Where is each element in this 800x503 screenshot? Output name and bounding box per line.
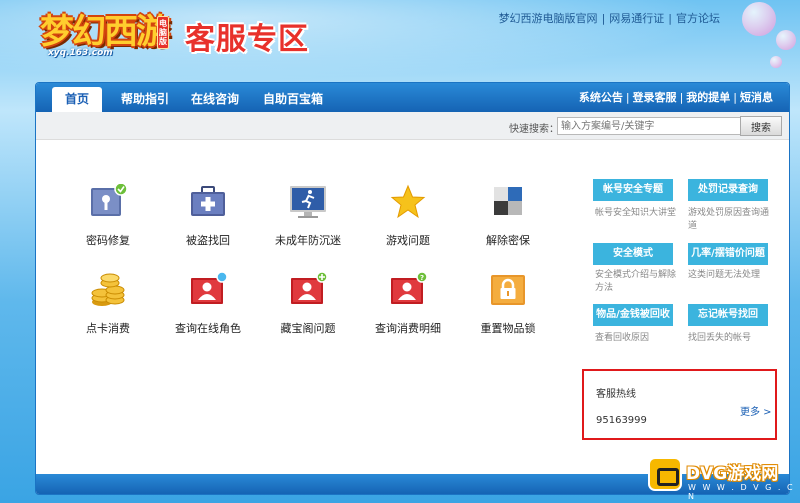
- service-game-issue[interactable]: 游戏问题: [363, 184, 453, 254]
- search-input[interactable]: [557, 117, 741, 135]
- watermark-text: DVG游戏网: [686, 464, 779, 484]
- login-service-link[interactable]: 登录客服: [633, 91, 677, 104]
- service-label: 密码修复: [86, 234, 130, 247]
- logo-game-name: 梦幻西游: [40, 12, 170, 52]
- service-treasure-pavilion[interactable]: 藏宝阁问题: [263, 272, 353, 342]
- logo-url: xyq.163.com: [48, 48, 113, 58]
- probability-price-button[interactable]: 几率/摆错价问题: [688, 243, 768, 265]
- service-online-role[interactable]: 查询在线角色: [163, 272, 253, 342]
- service-password-repair[interactable]: 密码修复: [63, 184, 153, 254]
- search-label: 快速搜索：: [509, 124, 559, 135]
- watermark-url: W W W . D V G . C N: [688, 483, 795, 501]
- probability-price-desc: 这类问题无法处理: [688, 270, 761, 280]
- user-question-icon: ?: [391, 272, 428, 304]
- blocks-icon: [494, 187, 522, 215]
- service-label: 查询在线角色: [175, 322, 241, 335]
- service-stolen-recovery[interactable]: 被盗找回: [163, 184, 253, 254]
- site-watermark: DVG游戏网 W W W . D V G . C N: [648, 455, 796, 501]
- tab-self-service[interactable]: 自助百宝箱: [250, 87, 336, 112]
- safe-mode-button[interactable]: 安全模式: [593, 243, 673, 265]
- user-search-icon: [191, 272, 228, 304]
- link-separator: |: [601, 12, 606, 25]
- service-anti-addiction[interactable]: 未成年防沉迷: [263, 184, 353, 254]
- penalty-record-button[interactable]: 处罚记录查询: [688, 179, 768, 201]
- service-label: 藏宝阁问题: [280, 322, 336, 335]
- hotline-number: 95163999: [596, 415, 647, 426]
- service-reset-item-lock[interactable]: 重置物品锁: [463, 272, 553, 342]
- service-point-card[interactable]: 点卡消费: [63, 272, 153, 342]
- decorative-bubble: [776, 30, 796, 50]
- search-button[interactable]: 搜索: [740, 116, 782, 136]
- service-consumption-detail[interactable]: ? 查询消费明细: [363, 272, 453, 342]
- coins-icon: [91, 273, 125, 306]
- official-site-link[interactable]: 梦幻西游电脑版官网: [499, 12, 598, 25]
- password-key-icon: [91, 184, 128, 216]
- item-recycled-desc: 查看回收原因: [595, 333, 650, 343]
- system-notice-link[interactable]: 系统公告: [579, 91, 623, 104]
- forgot-account-button[interactable]: 忘记帐号找回: [688, 304, 768, 326]
- top-links: 梦幻西游电脑版官网 | 网易通行证 | 官方论坛: [499, 10, 720, 26]
- main-panel: 首页 帮助指引 在线咨询 自助百宝箱 系统公告 | 登录客服 | 我的提单 | 短消息 快速…: [35, 82, 790, 495]
- hotline-box: 客服热线 更多 > 95163999: [582, 369, 777, 440]
- forgot-account-desc: 找回丢失的帐号: [688, 333, 752, 343]
- tab-online-consult[interactable]: 在线咨询: [180, 87, 250, 112]
- tab-home[interactable]: 首页: [52, 87, 102, 112]
- safe-mode-desc: 安全模式介绍与解除方法: [595, 270, 677, 293]
- monitor-runner-icon: [290, 186, 326, 218]
- link-separator: |: [679, 91, 684, 104]
- link-separator: |: [668, 12, 672, 25]
- decorative-bubble: [770, 56, 782, 68]
- logo-edition-tag: 电脑版: [157, 16, 169, 49]
- link-separator: |: [625, 91, 630, 104]
- item-recycled-button[interactable]: 物品/金钱被回收: [593, 304, 673, 326]
- gamepad-icon: [648, 457, 682, 491]
- nav-bar: 首页 帮助指引 在线咨询 自助百宝箱 系统公告 | 登录客服 | 我的提单 | 短消息: [36, 83, 789, 112]
- lock-icon: [491, 275, 525, 305]
- my-tickets-link[interactable]: 我的提单: [686, 91, 730, 104]
- nav-right-links: 系统公告 | 登录客服 | 我的提单 | 短消息: [579, 83, 773, 112]
- service-label: 游戏问题: [386, 234, 430, 247]
- medical-kit-icon: [191, 186, 225, 216]
- service-label: 重置物品锁: [480, 322, 536, 335]
- penalty-record-desc: 游戏处罚原因查询通道: [688, 208, 770, 231]
- service-label: 查询消费明细: [375, 322, 441, 335]
- site-logo[interactable]: 梦幻西游 电脑版 xyq.163.com 客服专区: [40, 4, 340, 68]
- passport-link[interactable]: 网易通行证: [609, 12, 664, 25]
- account-security-button[interactable]: 帐号安全专题: [593, 179, 673, 201]
- service-label: 未成年防沉迷: [275, 234, 341, 247]
- service-label: 解除密保: [486, 234, 530, 247]
- user-plus-icon: [291, 272, 328, 304]
- service-label: 被盗找回: [186, 234, 230, 247]
- forum-link[interactable]: 官方论坛: [676, 12, 720, 25]
- account-security-desc: 帐号安全知识大讲堂: [595, 208, 677, 218]
- hotline-more-link[interactable]: 更多 >: [740, 403, 772, 418]
- search-bar: 快速搜索： 搜索: [36, 112, 789, 140]
- service-label: 点卡消费: [86, 322, 130, 335]
- svg-text:?: ?: [420, 274, 424, 282]
- link-separator: |: [733, 91, 737, 104]
- decorative-bubble: [742, 2, 776, 36]
- page-title: 客服专区: [185, 22, 309, 57]
- star-icon: [390, 184, 426, 219]
- messages-link[interactable]: 短消息: [740, 91, 773, 104]
- tab-help-guide[interactable]: 帮助指引: [110, 87, 180, 112]
- hotline-title: 客服热线: [596, 389, 636, 400]
- service-remove-security[interactable]: 解除密保: [463, 184, 553, 254]
